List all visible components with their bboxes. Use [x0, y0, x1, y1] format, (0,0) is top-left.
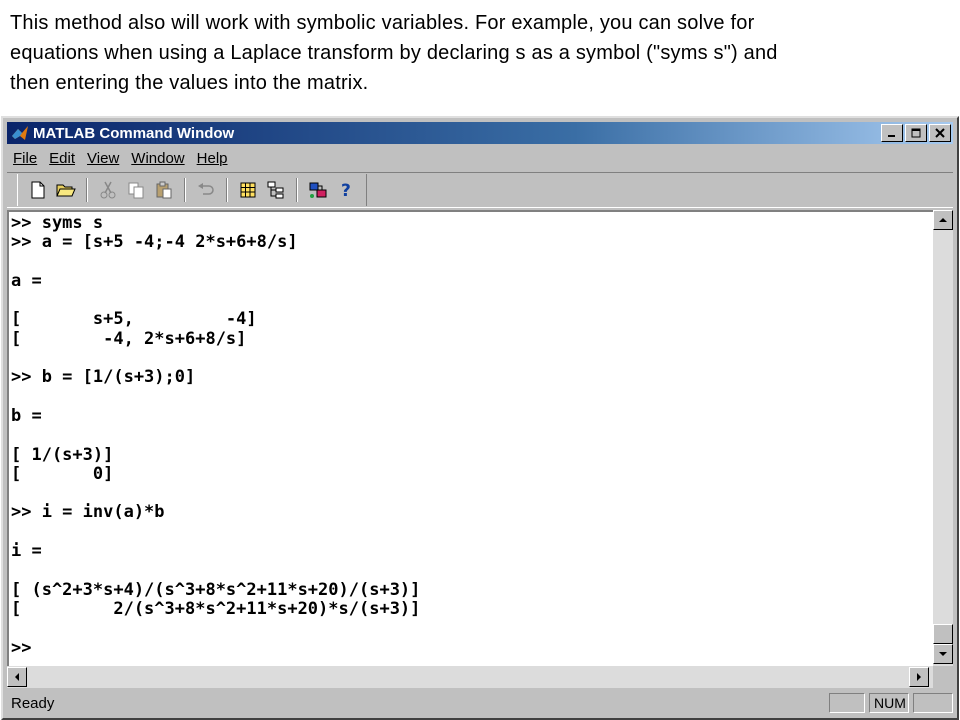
console-line: b =	[11, 405, 42, 426]
matlab-logo-icon	[12, 126, 28, 140]
slide-caption: This method also will work with symbolic…	[10, 12, 778, 94]
status-bar: Ready NUM	[7, 692, 953, 714]
undo-icon	[198, 183, 214, 195]
minimize-button[interactable]	[881, 124, 903, 142]
menu-edit[interactable]: Edit	[43, 150, 81, 167]
toolbar-group: ?	[17, 174, 367, 206]
status-panel-empty	[913, 693, 953, 713]
help-button[interactable]: ?	[333, 177, 359, 203]
new-file-button[interactable]	[25, 177, 51, 203]
copy-button[interactable]	[123, 177, 149, 203]
scroll-up-button[interactable]	[933, 210, 953, 230]
close-button[interactable]	[929, 124, 951, 142]
simulink-icon	[309, 182, 327, 198]
simulink-button[interactable]	[305, 177, 331, 203]
arrow-left-icon	[15, 673, 19, 681]
arrow-up-icon	[939, 218, 947, 222]
console-line: >>	[11, 637, 32, 658]
arrow-right-icon	[917, 673, 921, 681]
help-question-icon: ?	[341, 181, 351, 199]
new-file-icon	[31, 181, 45, 199]
open-file-button[interactable]	[53, 177, 79, 203]
console-line: i =	[11, 541, 42, 562]
cut-button[interactable]	[95, 177, 121, 203]
svg-text:?: ?	[341, 181, 351, 199]
workspace-grid-icon	[240, 182, 256, 198]
menu-view[interactable]: View	[81, 150, 125, 167]
console-line: >> b = [1/(s+3);0]	[11, 367, 196, 388]
menu-help[interactable]: Help	[191, 150, 234, 167]
console-line: a =	[11, 270, 42, 291]
open-folder-icon	[56, 184, 76, 197]
scrollbar-corner	[933, 666, 953, 688]
copy-icon	[128, 182, 144, 199]
workspace-browser-button[interactable]	[235, 177, 261, 203]
console-line: [ -4, 2*s+6+8/s]	[11, 328, 247, 349]
scissors-icon	[100, 181, 116, 199]
matlab-command-window: MATLAB Command Window File Edit View Win…	[1, 116, 959, 720]
console-line: [ 2/(s^3+8*s^2+11*s+20)*s/(s+3)]	[11, 598, 421, 619]
toolbar: ?	[7, 172, 953, 208]
scroll-left-button[interactable]	[7, 667, 27, 687]
vertical-scroll-thumb[interactable]	[933, 624, 953, 644]
undo-button[interactable]	[193, 177, 219, 203]
toolbar-separator	[226, 178, 228, 202]
console-line: >> a = [s+5 -4;-4 2*s+6+8/s]	[11, 232, 298, 253]
window-controls	[879, 124, 951, 142]
path-tree-icon	[267, 181, 284, 199]
scroll-right-button[interactable]	[909, 667, 929, 687]
console-line: [ 0]	[11, 463, 114, 484]
menu-bar: File Edit View Window Help	[7, 146, 953, 170]
console-line: [ s+5, -4]	[11, 309, 257, 330]
console-line: [ (s^2+3*s+4)/(s^3+8*s^2+11*s+20)/(s+3)]	[11, 579, 421, 600]
window-title: MATLAB Command Window	[33, 124, 235, 142]
status-num: NUM	[869, 693, 909, 713]
console-line: [ 1/(s+3)]	[11, 444, 114, 465]
vertical-scrollbar[interactable]	[933, 210, 953, 666]
paste-button[interactable]	[151, 177, 177, 203]
close-icon	[935, 128, 945, 138]
command-output[interactable]: >> syms s >> a = [s+5 -4;-4 2*s+6+8/s] a =…	[7, 210, 933, 666]
toolbar-separator	[296, 178, 298, 202]
toolbar-separator	[184, 178, 186, 202]
minimize-icon	[888, 135, 895, 137]
toolbar-separator	[86, 178, 88, 202]
title-bar[interactable]: MATLAB Command Window	[7, 122, 953, 144]
menu-file[interactable]: File	[7, 150, 43, 167]
console-text: >> syms s >> a = [s+5 -4;-4 2*s+6+8/s] a =…	[9, 212, 933, 658]
maximize-icon	[911, 128, 921, 138]
paste-icon	[156, 181, 172, 199]
status-ready: Ready	[11, 694, 55, 712]
status-panel-empty	[829, 693, 865, 713]
menu-window[interactable]: Window	[125, 150, 190, 167]
maximize-button[interactable]	[905, 124, 927, 142]
console-line: >> i = inv(a)*b	[11, 502, 165, 523]
path-browser-button[interactable]	[263, 177, 289, 203]
console-line: >> syms s	[11, 213, 104, 233]
scroll-down-button[interactable]	[933, 644, 953, 664]
arrow-down-icon	[939, 652, 947, 656]
horizontal-scrollbar[interactable]	[7, 666, 933, 688]
